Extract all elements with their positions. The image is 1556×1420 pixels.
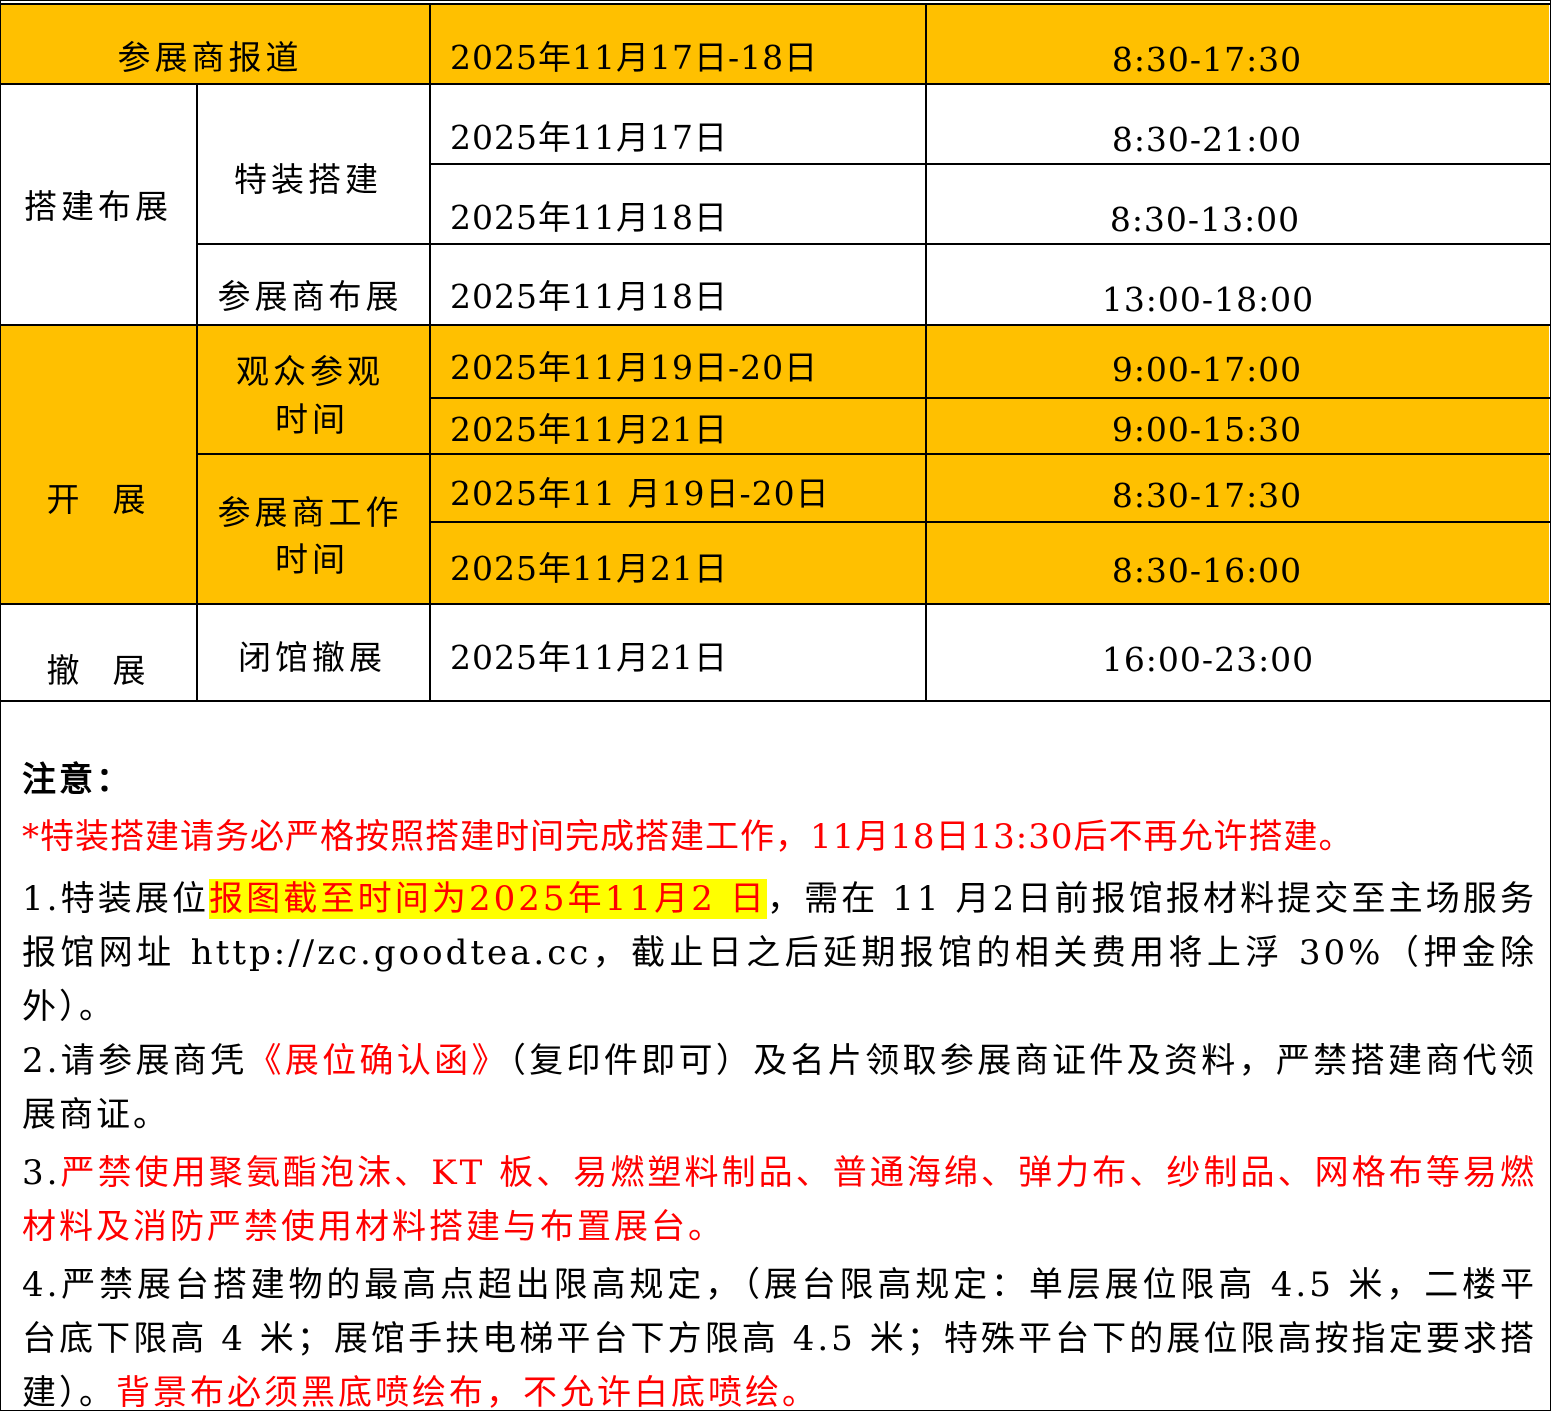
note-2-prefix: 2.请参展商凭 bbox=[22, 1041, 248, 1081]
special-build-time-1: 8:30-21:00 bbox=[1111, 120, 1303, 159]
visitor-date-2: 2025年11月21日 bbox=[450, 410, 728, 449]
visitor-time-label-1: 观众参观 bbox=[236, 352, 384, 391]
exhibitor-build-label: 参展商布展 bbox=[217, 277, 403, 316]
note-4-red: 背景布必须黑底喷绘布，不允许白底喷绘。 bbox=[116, 1373, 819, 1413]
note-1: 1.特装展位报图截至时间为2025年11月2 日，需在 11 月2日前报馆报材料… bbox=[22, 872, 1537, 1034]
note-1-highlight: 报图截至时间为2025年11月2 日 bbox=[209, 879, 767, 919]
exhibitor-work-date-1: 2025年11 月19日-20日 bbox=[450, 474, 830, 513]
checkin-label: 参展商报道 bbox=[117, 38, 303, 77]
exhibitor-build-time: 13:00-18:00 bbox=[1101, 280, 1315, 319]
exhibitor-work-time-2: 8:30-16:00 bbox=[1111, 551, 1303, 590]
dismantle-sub-label: 闭馆撤展 bbox=[238, 638, 386, 677]
note-2: 2.请参展商凭《展位确认函》（复印件即可）及名片领取参展商证件及资料，严禁搭建商… bbox=[22, 1034, 1537, 1142]
notes-warning: *特装搭建请务必严格按照搭建时间完成搭建工作，11月18日13:30后不再允许搭… bbox=[22, 817, 1354, 857]
exhibitor-work-date-2: 2025年11月21日 bbox=[450, 549, 728, 588]
special-build-label: 特装搭建 bbox=[234, 160, 382, 199]
special-build-date-1: 2025年11月17日 bbox=[450, 118, 728, 157]
dismantle-time: 16:00-23:00 bbox=[1101, 640, 1315, 679]
checkin-date: 2025年11月17日-18日 bbox=[450, 38, 819, 77]
note-3-red: 严禁使用聚氨酯泡沫、KT 板、易燃塑料制品、普通海绵、弹力布、纱制品、网格布等易… bbox=[22, 1153, 1537, 1247]
note-1-prefix: 1.特装展位 bbox=[22, 879, 210, 919]
open-label: 开 展 bbox=[46, 480, 150, 519]
note-3-prefix: 3. bbox=[22, 1153, 61, 1193]
dismantle-label: 撤 展 bbox=[46, 651, 150, 690]
note-2-red: 《展位确认函》 bbox=[247, 1041, 509, 1081]
note-4: 4.严禁展台搭建物的最高点超出限高规定，（展台限高规定：单层展位限高 4.5 米… bbox=[22, 1258, 1537, 1420]
visitor-time-2: 9:00-15:30 bbox=[1111, 410, 1303, 449]
exhibitor-work-label-2: 时间 bbox=[275, 540, 349, 579]
special-build-date-2: 2025年11月18日 bbox=[450, 198, 728, 237]
special-build-time-2: 8:30-13:00 bbox=[1109, 200, 1301, 239]
exhibitor-build-date: 2025年11月18日 bbox=[450, 277, 728, 316]
dismantle-date: 2025年11月21日 bbox=[450, 638, 728, 677]
exhibitor-work-time-1: 8:30-17:30 bbox=[1111, 476, 1303, 515]
build-label: 搭建布展 bbox=[24, 187, 172, 226]
visitor-date-1: 2025年11月19日-20日 bbox=[450, 348, 819, 387]
visitor-time-1: 9:00-17:00 bbox=[1111, 350, 1303, 389]
exhibitor-work-label-1: 参展商工作 bbox=[217, 493, 403, 532]
note-3: 3.严禁使用聚氨酯泡沫、KT 板、易燃塑料制品、普通海绵、弹力布、纱制品、网格布… bbox=[22, 1146, 1537, 1254]
visitor-time-label-2: 时间 bbox=[275, 400, 349, 439]
notes-section: 注意： *特装搭建请务必严格按照搭建时间完成搭建工作，11月18日13:30后不… bbox=[22, 742, 1537, 1420]
checkin-time: 8:30-17:30 bbox=[1111, 40, 1303, 79]
notes-title: 注意： bbox=[22, 760, 133, 800]
